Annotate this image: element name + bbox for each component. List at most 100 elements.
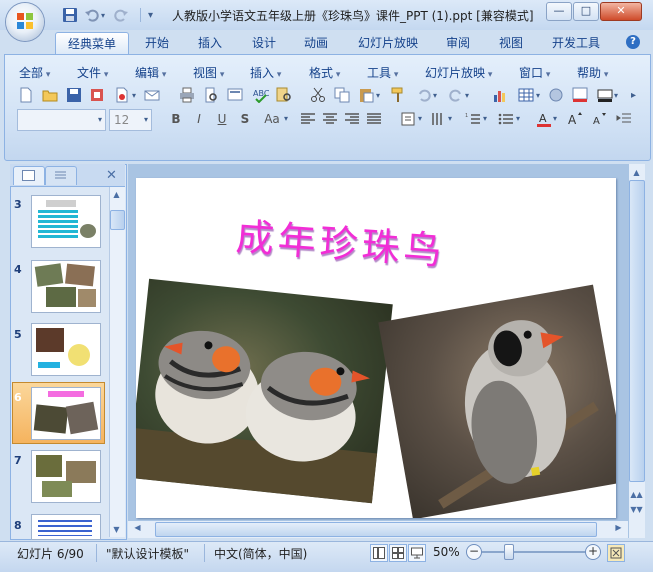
zoom-out-button[interactable]: −	[466, 544, 482, 560]
table-dropdown-icon[interactable]: ▾	[536, 91, 540, 100]
slide-title[interactable]: 成年珍珠鸟	[234, 206, 447, 276]
thumb-scroll-up-icon[interactable]: ▲	[109, 188, 124, 202]
change-case-dropdown-icon[interactable]: ▾	[284, 114, 288, 123]
shadow-button[interactable]: S	[236, 110, 254, 128]
slides-tab[interactable]	[13, 166, 45, 185]
format-painter-icon[interactable]	[390, 87, 406, 103]
insert-chart-icon[interactable]	[492, 87, 508, 103]
menu-slideshow[interactable]: 幻灯片放映	[425, 64, 492, 81]
previous-slide-icon[interactable]: ▲▲	[629, 488, 644, 502]
slideshow-view-button[interactable]	[408, 544, 426, 562]
paste-icon[interactable]	[358, 87, 374, 103]
redo-dropdown-icon[interactable]: ▾	[465, 91, 469, 100]
zoom-level[interactable]: 50%	[433, 545, 460, 559]
thumbnail-scroll-thumb[interactable]	[110, 210, 125, 230]
tab-view[interactable]: 视图	[489, 32, 533, 54]
align-center-icon[interactable]	[322, 111, 338, 127]
office-button[interactable]	[6, 3, 44, 41]
numbering-icon[interactable]: 1	[465, 111, 481, 127]
language-indicator[interactable]: 中文(简体，中国)	[214, 545, 307, 562]
save-icon[interactable]	[66, 87, 82, 103]
redo-icon[interactable]	[113, 7, 129, 23]
tab-review[interactable]: 审阅	[436, 32, 480, 54]
slide-thumbnail-8[interactable]	[31, 514, 101, 540]
bullets-icon[interactable]	[498, 111, 514, 127]
print-preview-icon[interactable]	[203, 87, 219, 103]
publish-pdf-icon[interactable]	[114, 87, 130, 103]
copy-icon[interactable]	[334, 87, 350, 103]
menu-window[interactable]: 窗口	[519, 64, 550, 81]
scroll-right-icon[interactable]: ▶	[611, 521, 626, 535]
font-color-dropdown-icon[interactable]: ▾	[553, 114, 557, 123]
close-button[interactable]: ✕	[600, 2, 642, 21]
font-size-dropdown-icon[interactable]: ▾	[140, 110, 148, 130]
underline-button[interactable]: U	[213, 110, 231, 128]
menu-format[interactable]: 格式	[309, 64, 340, 81]
permission-icon[interactable]	[89, 87, 105, 103]
text-direction-dropdown-icon[interactable]: ▾	[448, 114, 452, 123]
font-color-icon[interactable]: A	[536, 111, 552, 127]
slide-canvas[interactable]: 成年珍珠鸟	[136, 178, 616, 518]
italic-button[interactable]: I	[190, 110, 208, 128]
zoom-slider-handle[interactable]	[504, 544, 514, 560]
tab-classic-menu[interactable]: 经典菜单	[55, 32, 129, 55]
publish-dropdown-icon[interactable]: ▾	[132, 91, 136, 100]
zebra-finch-single-photo[interactable]	[378, 284, 616, 518]
spelling-icon[interactable]: ABC	[253, 87, 269, 103]
scroll-left-icon[interactable]: ◀	[130, 521, 145, 535]
fill-color-icon[interactable]	[572, 87, 588, 103]
justify-icon[interactable]	[366, 111, 382, 127]
research-icon[interactable]	[276, 87, 292, 103]
save-icon[interactable]	[62, 7, 78, 23]
next-slide-icon[interactable]: ▼▼	[629, 503, 644, 517]
align-right-icon[interactable]	[344, 111, 360, 127]
slide-thumbnail-5[interactable]	[31, 323, 101, 376]
shrink-font-icon[interactable]: A	[591, 111, 607, 127]
toolbar-options-icon[interactable]: ▸	[631, 90, 636, 101]
zoom-slider-track[interactable]	[482, 551, 587, 553]
scroll-up-icon[interactable]: ▲	[629, 166, 644, 180]
grow-font-icon[interactable]: A	[567, 111, 583, 127]
slide-sorter-view-button[interactable]	[389, 544, 407, 562]
line-color-dropdown-icon[interactable]: ▾	[614, 91, 618, 100]
menu-help[interactable]: 帮助	[577, 64, 608, 81]
indent-icon[interactable]	[616, 111, 632, 127]
print-icon[interactable]	[179, 87, 195, 103]
new-document-icon[interactable]	[18, 87, 34, 103]
menu-edit[interactable]: 编辑	[135, 64, 166, 81]
font-name-dropdown-icon[interactable]: ▾	[98, 115, 102, 124]
text-box-icon[interactable]	[400, 111, 416, 127]
maximize-button[interactable]: □	[573, 2, 599, 21]
undo-dropdown-icon[interactable]: ▾	[101, 11, 105, 20]
tab-slideshow[interactable]: 幻灯片放映	[352, 32, 424, 54]
email-icon[interactable]	[144, 87, 160, 103]
undo-dropdown-icon[interactable]: ▾	[433, 91, 437, 100]
minimize-button[interactable]: —	[546, 2, 572, 21]
zoom-in-button[interactable]: +	[585, 544, 601, 560]
undo-icon[interactable]	[416, 87, 432, 103]
numbering-dropdown-icon[interactable]: ▾	[483, 114, 487, 123]
menu-insert[interactable]: 插入	[250, 64, 281, 81]
horizontal-scroll-thumb[interactable]	[155, 522, 597, 537]
bullets-dropdown-icon[interactable]: ▾	[516, 114, 520, 123]
cut-icon[interactable]	[310, 87, 326, 103]
menu-view[interactable]: 视图	[193, 64, 224, 81]
menu-file[interactable]: 文件	[77, 64, 108, 81]
tab-animation[interactable]: 动画	[294, 32, 338, 54]
menu-tools[interactable]: 工具	[367, 64, 398, 81]
undo-icon[interactable]	[84, 7, 100, 23]
vertical-scroll-thumb[interactable]	[629, 180, 645, 482]
text-direction-icon[interactable]	[430, 111, 446, 127]
text-box-dropdown-icon[interactable]: ▾	[418, 114, 422, 123]
font-size-combo[interactable]: 12 ▾	[109, 109, 152, 131]
thumbnail-scrollbar[interactable]	[109, 187, 125, 537]
thumb-scroll-down-icon[interactable]: ▼	[109, 523, 124, 537]
menu-all[interactable]: 全部	[19, 64, 50, 81]
bold-button[interactable]: B	[167, 110, 185, 128]
panel-close-icon[interactable]: ✕	[106, 168, 117, 183]
change-case-button[interactable]: Aa	[260, 110, 284, 128]
paste-dropdown-icon[interactable]: ▾	[376, 91, 380, 100]
outline-tab[interactable]	[45, 166, 77, 185]
help-icon[interactable]: ?	[626, 35, 640, 49]
slide-thumbnail-3[interactable]	[31, 195, 101, 248]
